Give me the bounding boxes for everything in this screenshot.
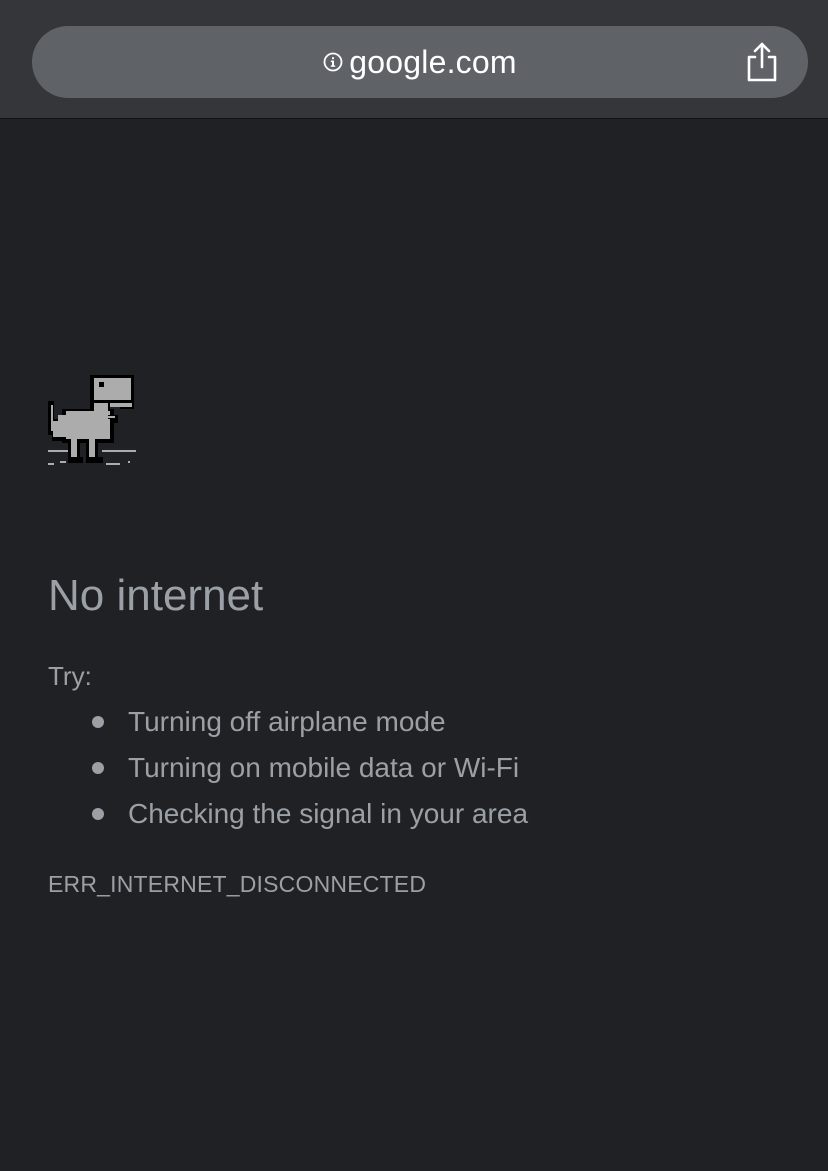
error-title: No internet: [48, 571, 264, 620]
url-text[interactable]: google.com: [349, 46, 516, 78]
bullet-icon: [92, 808, 104, 820]
bullet-icon: [92, 716, 104, 728]
browser-toolbar: google.com: [0, 0, 828, 119]
try-label: Try:: [48, 661, 92, 691]
suggestion-text: Turning on mobile data or Wi-Fi: [128, 752, 520, 783]
address-bar[interactable]: google.com: [32, 26, 808, 98]
suggestion-item: Checking the signal in your area: [48, 795, 528, 841]
info-icon[interactable]: [323, 52, 343, 72]
suggestion-text: Turning off airplane mode: [128, 706, 446, 737]
bullet-icon: [92, 762, 104, 774]
share-icon: [747, 42, 777, 82]
address-bar-content: google.com: [32, 26, 808, 98]
suggestion-item: Turning on mobile data or Wi-Fi: [48, 749, 528, 795]
error-code: ERR_INTERNET_DISCONNECTED: [48, 871, 427, 897]
suggestion-text: Checking the signal in your area: [128, 798, 529, 829]
offline-dino-icon[interactable]: [48, 373, 136, 467]
suggestion-item: Turning off airplane mode: [48, 703, 528, 749]
suggestions-list: Turning off airplane mode Turning on mob…: [48, 703, 528, 841]
share-button[interactable]: [744, 40, 780, 84]
